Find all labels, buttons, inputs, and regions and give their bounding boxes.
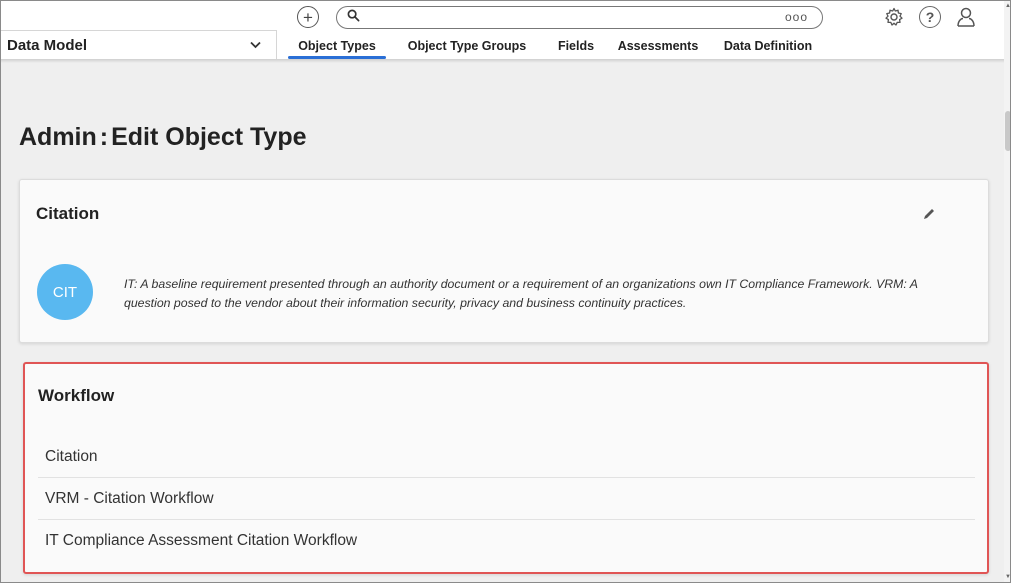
scroll-thumb[interactable] <box>1005 111 1010 151</box>
object-type-name: Citation <box>36 204 100 223</box>
workflow-title: Workflow <box>38 386 115 405</box>
tab-assessments[interactable]: Assessments <box>604 33 712 59</box>
page-title: Admin: Edit Object Type <box>19 123 307 152</box>
page-title-colon: : <box>99 123 109 151</box>
object-type-description: IT: A baseline requirement presented thr… <box>124 277 918 310</box>
tab-data-definition[interactable]: Data Definition <box>712 33 824 59</box>
search-bar[interactable]: ooo <box>336 6 823 29</box>
module-select-label: Data Model <box>7 36 88 54</box>
chevron-down-icon <box>250 38 261 52</box>
workflow-card: Workflow Citation VRM - Citation Workflo… <box>23 362 989 574</box>
nav-tabs: Object Types Object Type Groups Fields A… <box>288 33 824 59</box>
top-bar: + ooo ? Data Model Object Types Object T… <box>1 1 1004 59</box>
module-select[interactable]: Data Model <box>7 34 269 56</box>
workflow-item[interactable]: VRM - Citation Workflow <box>38 478 975 520</box>
logo-area <box>1 1 277 31</box>
edit-pencil-icon[interactable] <box>922 207 936 221</box>
tab-object-type-groups[interactable]: Object Type Groups <box>386 33 548 59</box>
scroll-up-arrow-icon[interactable]: ▲ <box>1004 3 1010 11</box>
help-icon[interactable]: ? <box>919 6 941 28</box>
tab-fields[interactable]: Fields <box>548 33 604 59</box>
scrollbar[interactable]: ▲ ▼ <box>1004 1 1010 582</box>
tab-object-types[interactable]: Object Types <box>288 33 386 59</box>
workflow-item[interactable]: Citation <box>38 436 975 478</box>
app-window: + ooo ? Data Model Object Types Object T… <box>0 0 1011 583</box>
user-icon[interactable] <box>955 6 977 28</box>
add-icon[interactable]: + <box>297 6 319 28</box>
workflow-item[interactable]: IT Compliance Assessment Citation Workfl… <box>38 520 975 562</box>
workflow-list: Citation VRM - Citation Workflow IT Comp… <box>38 436 975 562</box>
gear-icon[interactable] <box>883 6 905 28</box>
topbar-shadow <box>1 59 1004 63</box>
object-type-card: Citation CIT IT: A baseline requirement … <box>19 179 989 343</box>
object-type-avatar: CIT <box>37 264 93 320</box>
search-icon <box>347 9 360 22</box>
page-title-suffix: Edit Object Type <box>111 123 307 151</box>
scroll-down-arrow-icon[interactable]: ▼ <box>1004 574 1010 582</box>
page-title-prefix: Admin <box>19 123 97 151</box>
search-options-icon[interactable]: ooo <box>785 10 808 24</box>
